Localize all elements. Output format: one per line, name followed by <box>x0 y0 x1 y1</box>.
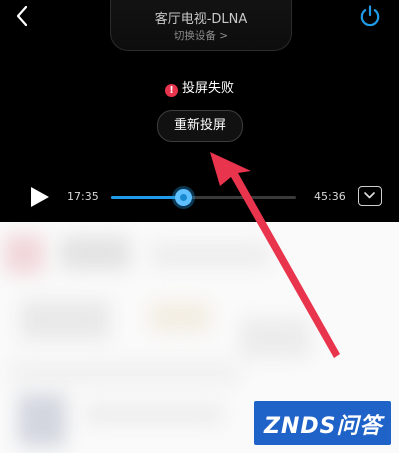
current-time: 17:35 <box>67 190 99 203</box>
collapse-button[interactable] <box>358 186 382 206</box>
power-icon[interactable] <box>358 4 382 28</box>
blurred-block <box>18 394 66 446</box>
blurred-block <box>60 236 130 270</box>
error-icon: ! <box>164 84 178 97</box>
play-icon[interactable] <box>30 186 50 208</box>
blurred-block <box>84 404 224 424</box>
blurred-block <box>150 302 210 332</box>
blurred-block <box>10 362 240 384</box>
blurred-block <box>150 242 270 268</box>
cast-player-panel: 客厅电视-DLNA 切换设备 > ! 投屏失败 重新投屏 17:35 45:36 <box>0 0 399 222</box>
blurred-block <box>4 234 44 274</box>
blurred-block <box>20 300 110 340</box>
watermark-text: ZNDS问答 <box>264 414 383 439</box>
progress-fill <box>111 196 184 199</box>
chevron-down-icon <box>364 192 375 199</box>
cast-status-text: 投屏失败 <box>181 81 234 96</box>
device-selector[interactable]: 客厅电视-DLNA 切换设备 > <box>110 0 292 51</box>
progress-thumb[interactable] <box>175 189 193 206</box>
total-time: 45:36 <box>314 190 346 203</box>
cast-status: ! 投屏失败 <box>0 77 399 97</box>
blurred-block <box>240 318 310 358</box>
device-name: 客厅电视-DLNA <box>154 12 248 27</box>
progress-slider[interactable] <box>111 189 296 206</box>
watermark-logo: ZNDS问答 <box>254 401 391 445</box>
retry-cast-button[interactable]: 重新投屏 <box>157 110 243 142</box>
back-icon[interactable] <box>10 4 34 28</box>
switch-device-link[interactable]: 切换设备 > <box>111 28 291 43</box>
